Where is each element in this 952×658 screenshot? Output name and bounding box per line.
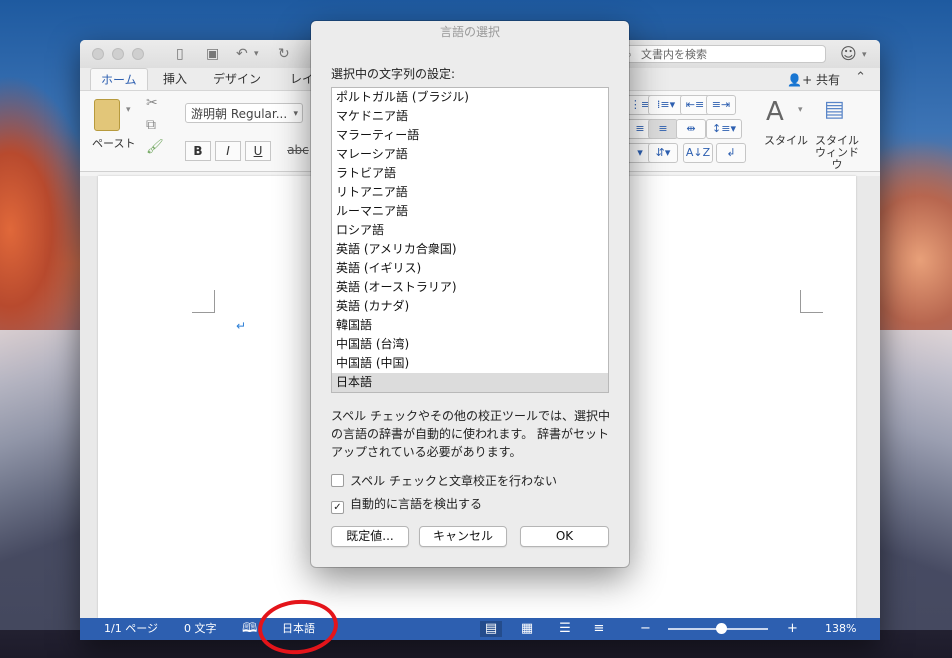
crop-mark-right (800, 290, 823, 313)
page-count[interactable]: 1/1 ページ (104, 618, 158, 640)
cancel-button[interactable]: キャンセル (419, 526, 507, 547)
outline-view-icon[interactable]: ☰ (554, 621, 576, 637)
dialog-title: 言語の選択 (439, 25, 500, 39)
sort-button[interactable]: A↓Z (683, 143, 713, 163)
default-button[interactable]: 既定値... (331, 526, 409, 547)
language-item[interactable]: 韓国語 (332, 316, 608, 335)
language-item-selected[interactable]: 日本語 (332, 373, 608, 392)
language-list[interactable]: ポルトガル語 (ブラジル) マケドニア語 マラーティー語 マレーシア語 ラトビア… (331, 87, 609, 393)
autodetect-label: 自動的に言語を検出する (350, 497, 483, 511)
language-item[interactable]: 英語 (イギリス) (332, 259, 608, 278)
tab-design[interactable]: デザイン (203, 68, 271, 90)
sidebar-icon[interactable]: ▯ (176, 46, 184, 62)
bold-button[interactable]: B (185, 141, 211, 161)
autodetect-option[interactable]: ✓ 自動的に言語を検出する (331, 496, 483, 514)
close-window-button[interactable] (92, 48, 104, 60)
styles-pane-label-line2: ウィンドウ (815, 146, 859, 171)
align-center-button[interactable]: ≡ (648, 119, 678, 139)
language-item[interactable]: ルーマニア語 (332, 202, 608, 221)
zoom-out-button[interactable]: − (640, 618, 651, 640)
draft-view-icon[interactable]: ≡ (588, 621, 610, 637)
chevron-down-icon: ▾ (293, 109, 298, 119)
italic-button[interactable]: I (215, 141, 241, 161)
search-placeholder: 文書内を検索 (641, 48, 707, 61)
language-item[interactable]: マケドニア語 (332, 107, 608, 126)
share-label: 共有 (815, 73, 840, 87)
font-name-value: 游明朝 Regular... (191, 107, 288, 121)
minimize-window-button[interactable] (112, 48, 124, 60)
collapse-ribbon-icon[interactable]: ⌃ (855, 70, 866, 85)
redo-icon[interactable]: ↻ (278, 46, 290, 62)
language-item[interactable]: 英語 (アメリカ合衆国) (332, 240, 608, 259)
language-item[interactable]: 中国語 (台湾) (332, 335, 608, 354)
paragraph-mark-icon: ↵ (236, 319, 247, 333)
styles-pane-label: スタイル ウィンドウ (812, 135, 862, 171)
tab-home[interactable]: ホーム (90, 68, 148, 91)
language-item[interactable]: 英語 (オーストラリア) (332, 278, 608, 297)
styles-pane-icon[interactable]: ▤ (824, 97, 845, 122)
no-proofing-label: スペル チェックと文章校正を行わない (350, 474, 557, 488)
underline-button[interactable]: U (245, 141, 271, 161)
line-spacing-button[interactable]: ↕≡▾ (706, 119, 742, 139)
paragraph-marks-button[interactable]: ↲ (716, 143, 746, 163)
undo-icon[interactable]: ↶ (236, 46, 248, 62)
cut-icon[interactable]: ✂ (146, 95, 158, 111)
styles-dropdown-icon[interactable]: ▾ (798, 105, 803, 115)
status-bar: 1/1 ページ 0 文字 🕮 日本語 ▤ ▦ ☰ ≡ − + 138% (80, 618, 880, 640)
zoom-slider-knob[interactable] (716, 623, 727, 634)
language-item[interactable]: マラーティー語 (332, 126, 608, 145)
paste-icon[interactable] (94, 99, 120, 131)
wallpaper-mountain-right (872, 330, 952, 630)
print-layout-icon[interactable]: ▤ (480, 621, 502, 637)
zoom-in-button[interactable]: + (787, 618, 798, 640)
styles-label: スタイル (764, 134, 808, 147)
zoom-level[interactable]: 138% (825, 618, 856, 640)
strikethrough-button[interactable]: abc (285, 141, 311, 161)
save-icon[interactable]: ▣ (206, 46, 219, 62)
language-item[interactable]: リトアニア語 (332, 183, 608, 202)
justify-button[interactable]: ⇹ (676, 119, 706, 139)
format-painter-icon[interactable]: 🖌 (146, 139, 164, 155)
language-item[interactable]: ロシア語 (332, 221, 608, 240)
copy-icon[interactable]: ⧉ (146, 117, 156, 133)
wallpaper-mountain-left (0, 330, 90, 630)
paste-label: ペースト (92, 137, 136, 150)
ok-button[interactable]: OK (520, 526, 609, 547)
add-person-icon: 👤+ (787, 73, 813, 87)
web-layout-icon[interactable]: ▦ (516, 621, 538, 637)
list-label: 選択中の文字列の設定: (331, 67, 456, 81)
paste-dropdown-icon[interactable]: ▾ (126, 105, 131, 115)
dialog-description: スペル チェックやその他の校正ツールでは、選択中の言語の辞書が自動的に使われます… (331, 409, 610, 459)
search-field[interactable]: ⌕ 文書内を検索 (620, 45, 826, 63)
increase-indent-button[interactable]: ≡⇥ (706, 95, 736, 115)
word-count[interactable]: 0 文字 (184, 618, 217, 640)
no-proofing-option[interactable]: スペル チェックと文章校正を行わない (331, 473, 557, 489)
feedback-dropdown-icon[interactable]: ▾ (862, 50, 867, 60)
language-item[interactable]: ポルトガル語 (ブラジル) (332, 88, 608, 107)
crop-mark-left (192, 290, 215, 313)
language-item[interactable]: 英語 (カナダ) (332, 297, 608, 316)
language-dialog: 言語の選択 選択中の文字列の設定: ポルトガル語 (ブラジル) マケドニア語 マ… (311, 21, 629, 567)
no-proofing-checkbox[interactable] (331, 474, 344, 487)
share-button[interactable]: 👤+ 共有 (787, 71, 840, 88)
autodetect-checkbox[interactable]: ✓ (331, 501, 344, 514)
language-item[interactable]: マレーシア語 (332, 145, 608, 164)
multilevel-list-button[interactable]: ⁞≡▾ (648, 95, 684, 115)
undo-dropdown-icon[interactable]: ▾ (254, 49, 259, 59)
zoom-window-button[interactable] (132, 48, 144, 60)
proofing-icon[interactable]: 🕮 (242, 618, 257, 640)
styles-icon[interactable]: A (766, 97, 784, 127)
text-direction-button[interactable]: ⇵▾ (648, 143, 678, 163)
language-item[interactable]: 中国語 (中国) (332, 354, 608, 373)
feedback-smiley-icon[interactable]: ☺ (840, 44, 857, 63)
language-item[interactable]: ラトビア語 (332, 164, 608, 183)
tab-insert[interactable]: 挿入 (153, 68, 197, 90)
font-name-select[interactable]: 游明朝 Regular... ▾ (185, 103, 303, 123)
